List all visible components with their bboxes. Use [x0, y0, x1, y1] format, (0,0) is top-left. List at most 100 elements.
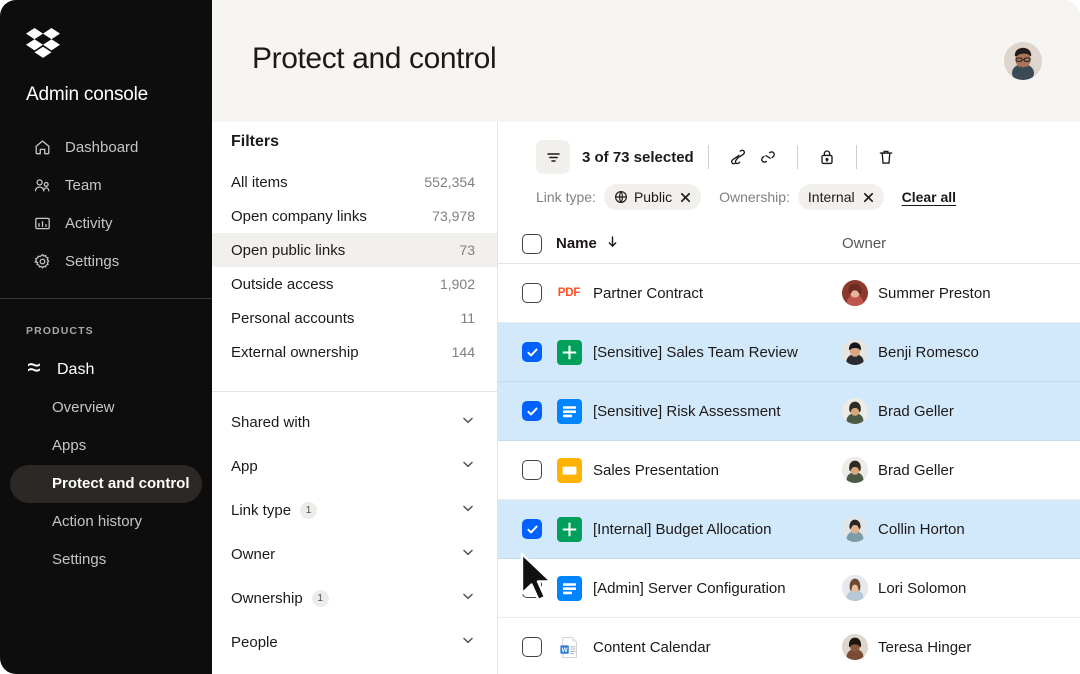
row-checkbox[interactable] — [522, 460, 542, 480]
row-checkbox[interactable] — [522, 519, 542, 539]
row-name-cell: PDF Partner Contract — [556, 280, 842, 306]
selection-toolbar: 3 of 73 selected — [498, 122, 1080, 210]
filter-open-public-links[interactable]: Open public links 73 — [212, 233, 497, 267]
row-owner-cell: Lori Solomon — [842, 575, 1080, 601]
row-owner-name: Brad Geller — [878, 462, 954, 479]
sidebar-item-action-history[interactable]: Action history — [10, 503, 202, 541]
row-file-name: Partner Contract — [593, 285, 703, 302]
chip-link-type-public[interactable]: Public — [604, 184, 701, 210]
row-owner-cell: Brad Geller — [842, 398, 1080, 424]
chevron-down-icon — [461, 457, 475, 476]
row-checkbox[interactable] — [522, 342, 542, 362]
table-row[interactable]: [Admin] Server Configuration Lori Solomo… — [498, 559, 1080, 618]
chip-label: Internal — [808, 189, 855, 205]
facet-app[interactable]: App — [212, 444, 497, 488]
google-docs-icon — [556, 398, 582, 424]
dropbox-logo-icon[interactable] — [26, 28, 60, 58]
page-title: Protect and control — [252, 42, 496, 76]
row-checkbox-cell[interactable] — [508, 578, 556, 598]
products-section-label: PRODUCTS — [26, 325, 212, 337]
table-row[interactable]: [Sensitive] Risk Assessment Brad Geller — [498, 382, 1080, 441]
row-owner-name: Teresa Hinger — [878, 639, 971, 656]
facet-owner[interactable]: Owner — [212, 532, 497, 576]
avatar[interactable] — [1004, 42, 1042, 80]
sidebar-item-settings-product[interactable]: Settings — [10, 541, 202, 579]
column-header-name[interactable]: Name — [556, 235, 842, 252]
sidebar-item-protect-and-control[interactable]: Protect and control — [10, 465, 202, 503]
row-name-cell: [Sensitive] Sales Team Review — [556, 339, 842, 365]
pdf-label: PDF — [558, 287, 580, 299]
gear-icon — [34, 253, 51, 270]
people-icon — [34, 177, 51, 194]
table-row[interactable]: Sales Presentation Brad Geller — [498, 441, 1080, 500]
chip-ownership-internal[interactable]: Internal — [798, 184, 884, 210]
svg-text:W: W — [561, 646, 568, 653]
facet-people[interactable]: People — [212, 620, 497, 664]
row-checkbox-cell[interactable] — [508, 637, 556, 657]
chevron-down-icon — [461, 589, 475, 608]
filter-external-ownership[interactable]: External ownership 144 — [212, 335, 497, 369]
sidebar-item-dashboard[interactable]: Dashboard — [0, 128, 212, 166]
close-icon[interactable] — [863, 192, 874, 203]
page-header: Protect and control — [212, 0, 1080, 122]
sidebar-item-team[interactable]: Team — [0, 166, 212, 204]
chip-label: Public — [634, 189, 672, 205]
facet-label: App — [231, 458, 258, 475]
sidebar-item-dash[interactable]: Dash — [0, 351, 212, 389]
row-checkbox-cell[interactable] — [508, 519, 556, 539]
filter-all-items[interactable]: All items 552,354 — [212, 165, 497, 199]
row-checkbox-cell[interactable] — [508, 283, 556, 303]
select-all-checkbox[interactable] — [522, 234, 542, 254]
row-owner-name: Lori Solomon — [878, 580, 966, 597]
sort-filter-button[interactable] — [536, 140, 570, 174]
restrict-access-button[interactable] — [812, 142, 842, 172]
sidebar-item-overview[interactable]: Overview — [10, 389, 202, 427]
row-checkbox[interactable] — [522, 401, 542, 421]
table-row[interactable]: PDF Partner Contract Summer Preston — [498, 264, 1080, 323]
filters-heading: Filters — [231, 133, 497, 151]
filter-outside-access[interactable]: Outside access 1,902 — [212, 267, 497, 301]
facet-count-badge: 1 — [300, 502, 317, 519]
row-checkbox[interactable] — [522, 283, 542, 303]
facet-shared-with[interactable]: Shared with — [212, 400, 497, 444]
delete-button[interactable] — [871, 142, 901, 172]
close-icon[interactable] — [680, 192, 691, 203]
filter-count: 73,978 — [432, 208, 475, 224]
facet-list: Shared with App Link type 1 Owner — [212, 392, 497, 664]
copy-link-button[interactable] — [723, 142, 753, 172]
table-row[interactable]: [Sensitive] Sales Team Review Benji Rome… — [498, 323, 1080, 382]
sort-filter-icon — [545, 149, 562, 166]
chip-group-label: Ownership: — [719, 189, 790, 205]
row-owner-name: Summer Preston — [878, 285, 991, 302]
row-checkbox-cell[interactable] — [508, 342, 556, 362]
content-area: 3 of 73 selected — [498, 122, 1080, 674]
row-checkbox[interactable] — [522, 578, 542, 598]
remove-link-button[interactable] — [753, 142, 783, 172]
column-header-label: Owner — [842, 235, 886, 252]
owner-avatar — [842, 634, 868, 660]
row-checkbox[interactable] — [522, 637, 542, 657]
owner-avatar — [842, 339, 868, 365]
filter-open-company-links[interactable]: Open company links 73,978 — [212, 199, 497, 233]
sidebar-item-settings[interactable]: Settings — [0, 242, 212, 280]
row-checkbox-cell[interactable] — [508, 401, 556, 421]
check-icon — [526, 405, 539, 418]
column-header-owner[interactable]: Owner — [842, 235, 1080, 252]
sidebar-item-label: Dashboard — [65, 139, 138, 156]
facet-link-type[interactable]: Link type 1 — [212, 488, 497, 532]
row-checkbox-cell[interactable] — [508, 460, 556, 480]
row-owner-cell: Summer Preston — [842, 280, 1080, 306]
facet-label: Owner — [231, 546, 275, 563]
table-row[interactable]: W Content Calendar Teresa Hinger — [498, 618, 1080, 674]
google-sheets-icon — [556, 516, 582, 542]
toolbar-divider — [708, 145, 709, 169]
filter-personal-accounts[interactable]: Personal accounts 11 — [212, 301, 497, 335]
clear-all-button[interactable]: Clear all — [902, 189, 956, 205]
sidebar-item-apps[interactable]: Apps — [10, 427, 202, 465]
row-owner-cell: Benji Romesco — [842, 339, 1080, 365]
facet-ownership[interactable]: Ownership 1 — [212, 576, 497, 620]
table-row[interactable]: [Internal] Budget Allocation Collin Hort… — [498, 500, 1080, 559]
arrow-down-icon — [606, 235, 619, 252]
select-all-checkbox-cell[interactable] — [508, 234, 556, 254]
sidebar-item-activity[interactable]: Activity — [0, 204, 212, 242]
